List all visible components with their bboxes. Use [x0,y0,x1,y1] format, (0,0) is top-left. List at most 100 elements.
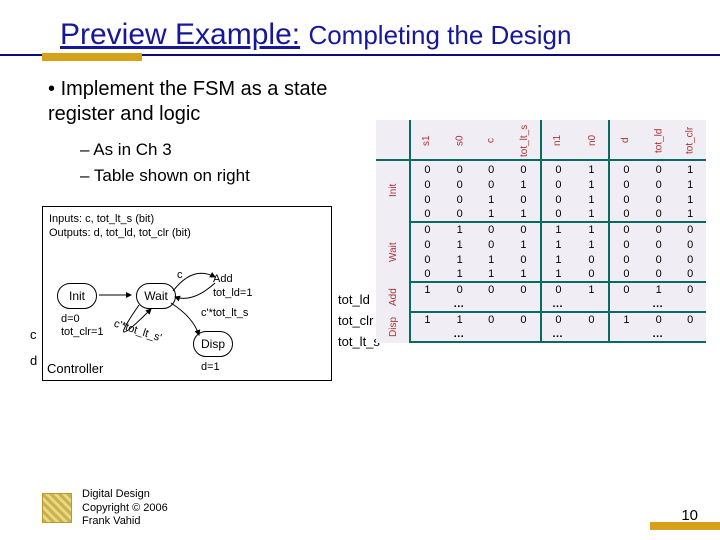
cell: 0 [609,160,643,177]
cell: 1 [609,312,643,327]
copy-l2: Copyright © 2006 [82,502,168,515]
ellipsis-cell: … [643,327,675,342]
cell: 0 [575,312,609,327]
cell: 1 [575,207,609,222]
cell: 1 [541,252,575,267]
ellipsis-cell: … [643,297,675,312]
cell: 0 [643,160,675,177]
cell: 0 [475,282,507,297]
col-s0: s0 [444,120,476,160]
cell: 0 [507,252,541,267]
slide-title: Preview Example: Completing the Design [0,0,720,52]
cell: 0 [643,177,675,192]
title-lead: Preview Example: [60,18,300,51]
col-s1: s1 [410,120,444,160]
cell: 0 [507,282,541,297]
cell: 0 [609,222,643,237]
cell: 1 [575,192,609,207]
cell: 0 [507,192,541,207]
ellipsis-cell: … [444,327,476,342]
cell: 0 [575,252,609,267]
cell: 0 [410,222,444,237]
cell: 0 [643,267,675,282]
cell: 0 [410,207,444,222]
col-tot_lt_s: tot_lt_s [507,120,541,160]
cell: 0 [444,282,476,297]
cell: 0 [475,237,507,252]
ellipsis-cell [410,297,444,312]
footer-accent [650,522,720,530]
copy-l1: Digital Design [82,488,168,501]
col-c: c [475,120,507,160]
truth-table: s1s0ctot_lt_sn1n0dtot_ldtot_clrInit00000… [376,120,706,343]
cell: 1 [507,267,541,282]
cell: 0 [643,237,675,252]
ellipsis-cell [410,327,444,342]
logo-icon [42,493,72,523]
cell: 0 [541,207,575,222]
cell: 0 [475,160,507,177]
cell: 0 [674,267,706,282]
cell: 1 [475,267,507,282]
fsm-diagram: Inputs: c, tot_lt_s (bit) Outputs: d, to… [42,206,332,381]
cell: 1 [410,282,444,297]
ellipsis-cell [609,327,643,342]
cell: 0 [444,207,476,222]
cell: 0 [444,160,476,177]
cell: 0 [475,312,507,327]
cell: 0 [609,282,643,297]
bullet-sub2: Table shown on right [80,163,388,189]
cell: 1 [444,267,476,282]
cell: 1 [541,267,575,282]
title-sub: Completing the Design [308,20,571,50]
cell: 1 [444,222,476,237]
cell: 1 [541,237,575,252]
col-tot_ld: tot_ld [643,120,675,160]
cell: 0 [609,252,643,267]
in-d: d [30,348,37,374]
cell: 0 [410,237,444,252]
cell: 0 [643,252,675,267]
arc-c-label: c [177,269,183,281]
cell: 0 [475,177,507,192]
cell: 0 [674,237,706,252]
out-totlts: tot_lt_s [338,332,380,353]
cell: 0 [643,207,675,222]
col-d: d [609,120,643,160]
col-tot_clr: tot_clr [674,120,706,160]
cell: 0 [674,222,706,237]
branch-label: c'*tot_lt_s [201,307,248,319]
left-column: Implement the FSM as a state register an… [48,77,388,381]
state-disp: Disp [193,331,233,357]
ellipsis-cell: … [541,327,575,342]
cell: 1 [475,207,507,222]
cell: 1 [507,237,541,252]
cell: 0 [609,207,643,222]
cell: 1 [575,160,609,177]
group-Add: Add [376,282,410,312]
cell: 0 [609,237,643,252]
cell: 0 [674,312,706,327]
arc-add-label: Add [213,273,233,285]
group-Init: Init [376,160,410,222]
cell: 0 [507,160,541,177]
cell: 0 [410,192,444,207]
cell: 0 [609,192,643,207]
copy-l3: Frank Vahid [82,515,168,528]
cell: 1 [410,312,444,327]
state-wait: Wait [136,283,176,309]
cell: 0 [541,160,575,177]
out-totclr: tot_clr [338,311,380,332]
bullet-sub1: As in Ch 3 [80,137,388,163]
ellipsis-cell [575,327,609,342]
state-init: Init [57,283,97,309]
cell: 1 [674,207,706,222]
ellipsis-cell [674,297,706,312]
cell: 0 [475,222,507,237]
footer: Digital Design Copyright © 2006 Frank Va… [42,488,168,528]
col-n0: n0 [575,120,609,160]
ellipsis-cell: … [444,297,476,312]
cell: 0 [643,312,675,327]
fsm-inputs: Inputs: c, tot_lt_s (bit) [49,213,331,227]
cell: 1 [507,177,541,192]
